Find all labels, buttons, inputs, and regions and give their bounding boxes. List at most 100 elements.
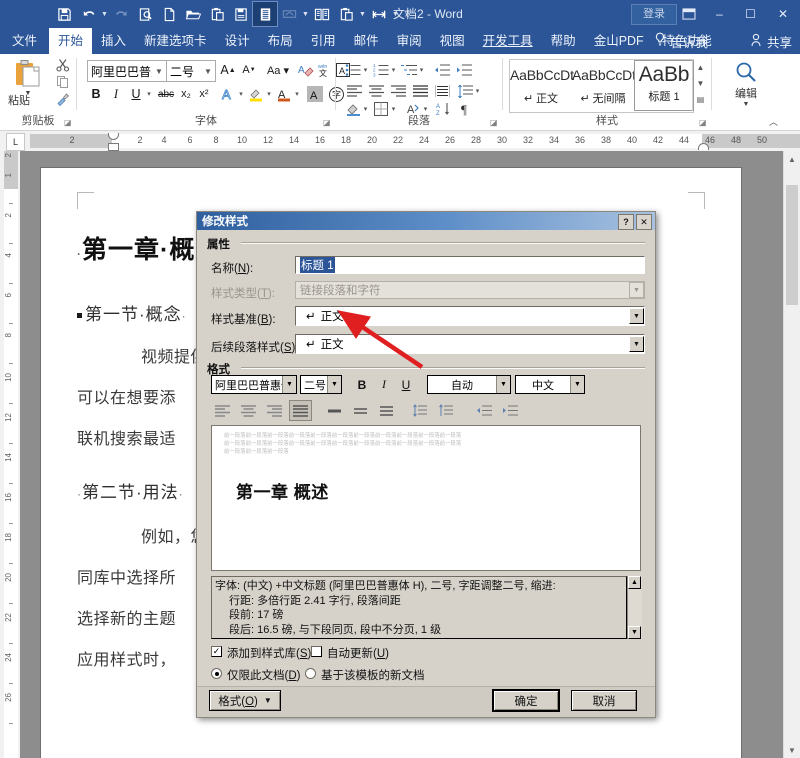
dialog-line-spacing-1-5-icon[interactable] <box>349 401 371 420</box>
sign-in-button[interactable]: 登录 <box>631 4 677 25</box>
clear-formatting-icon[interactable]: A <box>297 60 315 80</box>
text-effects-dropdown-icon[interactable]: ▾ <box>236 84 246 104</box>
first-line-indent-marker[interactable] <box>108 133 119 140</box>
tab-new-tab[interactable]: 新建选项卡 <box>135 28 216 54</box>
underline-dropdown-icon[interactable]: ▾ <box>144 84 154 104</box>
style-based-on-dropdown-icon[interactable]: ▼ <box>629 308 644 324</box>
numbered-list-dropdown-icon[interactable]: ▾ <box>389 60 398 80</box>
modify-style-dialog[interactable]: 修改样式 ? ✕ 属性 名称(N): 标题 1 样式类型(T): 链接段落和字符… <box>196 211 656 718</box>
dialog-help-button[interactable]: ? <box>618 214 634 230</box>
dialog-bold-button[interactable]: B <box>352 375 372 394</box>
tab-insert[interactable]: 插入 <box>92 28 135 54</box>
save-icon[interactable] <box>52 2 76 26</box>
chevron-down-icon[interactable]: ▼ <box>282 376 296 393</box>
new-docs-from-template-radio[interactable] <box>305 668 316 679</box>
ribbon-display-options-icon[interactable] <box>673 0 704 28</box>
increase-indent-icon[interactable] <box>454 60 474 80</box>
format-painter-icon[interactable] <box>334 2 358 26</box>
paste-button[interactable]: 粘贴 ▼ <box>8 58 48 97</box>
tab-view[interactable]: 视图 <box>431 28 474 54</box>
clipboard-dialog-launcher[interactable]: ◪ <box>64 118 73 127</box>
dialog-line-spacing-double-icon[interactable] <box>375 401 397 420</box>
dialog-justify-icon[interactable] <box>289 400 312 421</box>
scroll-down-icon[interactable]: ▼ <box>693 75 708 91</box>
description-scrollbar[interactable]: ▲ ▼ <box>627 576 642 639</box>
chevron-down-icon[interactable]: ▼ <box>327 376 341 393</box>
scrollbar-thumb[interactable] <box>786 185 798 305</box>
superscript-button[interactable]: x² <box>195 84 213 104</box>
chevron-down-icon[interactable]: ▼ <box>496 376 510 393</box>
auto-update-checkbox[interactable] <box>311 646 322 657</box>
bullet-list-icon[interactable] <box>344 60 362 80</box>
decrease-indent-icon[interactable] <box>432 60 452 80</box>
vertical-ruler[interactable]: 2 1 2 4 6 8 10 12 14 16 18 20 22 24 26 <box>0 151 21 758</box>
print-preview-icon[interactable] <box>133 2 157 26</box>
chevron-down-icon[interactable]: ▼ <box>570 376 584 393</box>
two-page-icon[interactable] <box>310 2 334 26</box>
dialog-line-spacing-single-icon[interactable] <box>323 401 345 420</box>
cut-button[interactable] <box>52 58 74 75</box>
font-color-dropdown-icon[interactable]: ▾ <box>292 84 302 104</box>
bold-button[interactable]: B <box>87 84 105 104</box>
chevron-down-icon[interactable]: ▼ <box>152 67 166 76</box>
scroll-up-icon[interactable]: ▲ <box>693 59 708 75</box>
tab-references[interactable]: 引用 <box>302 28 345 54</box>
editing-dropdown-icon[interactable]: ▼ <box>726 101 766 108</box>
copy-button[interactable] <box>52 75 74 92</box>
dialog-align-right-icon[interactable] <box>263 401 285 420</box>
format-painter-dropdown-icon[interactable]: ▼ <box>358 2 367 26</box>
paragraph-dialog-launcher[interactable]: ◪ <box>490 118 499 127</box>
dialog-increase-indent-icon[interactable] <box>499 401 521 420</box>
dialog-font-size-combo[interactable]: 二号 ▼ <box>300 375 342 394</box>
format-button[interactable]: 格式(O) ▼ <box>209 690 281 711</box>
dialog-space-after-icon[interactable] <box>435 401 457 420</box>
paste-special-icon[interactable] <box>205 2 229 26</box>
dialog-align-left-icon[interactable] <box>211 401 233 420</box>
tell-me-button[interactable]: 告诉我 <box>654 28 708 54</box>
minimize-button[interactable]: – <box>704 0 735 28</box>
undo-icon[interactable] <box>76 2 100 26</box>
editing-button[interactable]: 编辑 ▼ <box>726 59 766 108</box>
maximize-button[interactable]: ☐ <box>735 0 766 28</box>
distribute-icon[interactable] <box>432 82 452 100</box>
tab-review[interactable]: 审阅 <box>388 28 431 54</box>
style-item-heading1[interactable]: AaBb 标题 1 <box>634 60 694 111</box>
undo-dropdown-icon[interactable]: ▼ <box>100 2 109 26</box>
scroll-down-icon[interactable]: ▼ <box>628 626 641 639</box>
horizontal-ruler[interactable]: L 2 2 4 6 8 10 12 14 16 18 20 22 24 26 2… <box>0 131 800 152</box>
text-highlight-dropdown-icon[interactable]: ▾ <box>264 84 274 104</box>
outline-view-icon[interactable] <box>253 2 277 26</box>
text-highlight-icon[interactable] <box>247 84 265 104</box>
tab-file[interactable]: 文件 <box>0 28 49 54</box>
next-style-combo[interactable]: ↵ 正文 <box>295 334 645 354</box>
align-center-icon[interactable] <box>366 82 386 100</box>
format-painter-button[interactable] <box>52 92 74 109</box>
justify-icon[interactable] <box>410 82 430 100</box>
name-field[interactable]: 标题 1 <box>295 256 645 274</box>
tab-stop-selector[interactable]: L <box>6 133 25 151</box>
line-spacing-dropdown-icon[interactable]: ▾ <box>473 82 482 100</box>
align-right-icon[interactable] <box>388 82 408 100</box>
spacing-icon[interactable] <box>367 2 391 26</box>
dialog-font-color-combo[interactable]: 自动 ▼ <box>427 375 511 394</box>
change-case-icon[interactable]: Aa ▾ <box>265 60 291 80</box>
phonetic-guide-icon[interactable]: wén文 <box>315 60 333 80</box>
font-color-icon[interactable]: A <box>275 84 293 104</box>
close-button[interactable]: ✕ <box>766 0 800 28</box>
dialog-italic-button[interactable]: I <box>374 375 394 394</box>
bullet-list-dropdown-icon[interactable]: ▾ <box>361 60 370 80</box>
style-item-no-spacing[interactable]: AaBbCcDt ↵ 无间隔 <box>572 60 634 112</box>
multilevel-list-dropdown-icon[interactable]: ▾ <box>417 60 426 80</box>
open-folder-icon[interactable] <box>181 2 205 26</box>
underline-button[interactable]: U <box>127 84 145 104</box>
tab-home[interactable]: 开始 <box>49 28 92 54</box>
dialog-align-center-icon[interactable] <box>237 401 259 420</box>
subscript-button[interactable]: x₂ <box>177 84 195 104</box>
next-style-dropdown-icon[interactable]: ▼ <box>629 336 644 352</box>
dialog-decrease-indent-icon[interactable] <box>473 401 495 420</box>
dialog-font-name-combo[interactable]: 阿里巴巴普惠体 ▼ <box>211 375 297 394</box>
multilevel-list-icon[interactable] <box>400 60 418 80</box>
style-item-body[interactable]: AaBbCcDt ↵ 正文 <box>510 60 572 112</box>
cancel-button[interactable]: 取消 <box>571 690 637 711</box>
chevron-down-icon[interactable]: ▼ <box>201 67 215 76</box>
